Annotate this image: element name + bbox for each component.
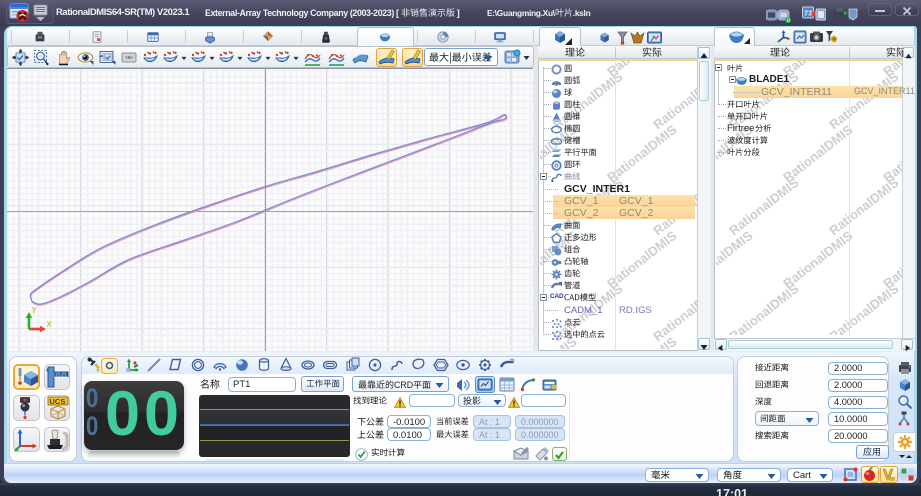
svg-text:UCS: UCS bbox=[50, 397, 66, 406]
svg-text:X: X bbox=[47, 320, 53, 329]
svg-text:73: 73 bbox=[804, 9, 812, 18]
svg-text:Y: Y bbox=[32, 306, 38, 315]
